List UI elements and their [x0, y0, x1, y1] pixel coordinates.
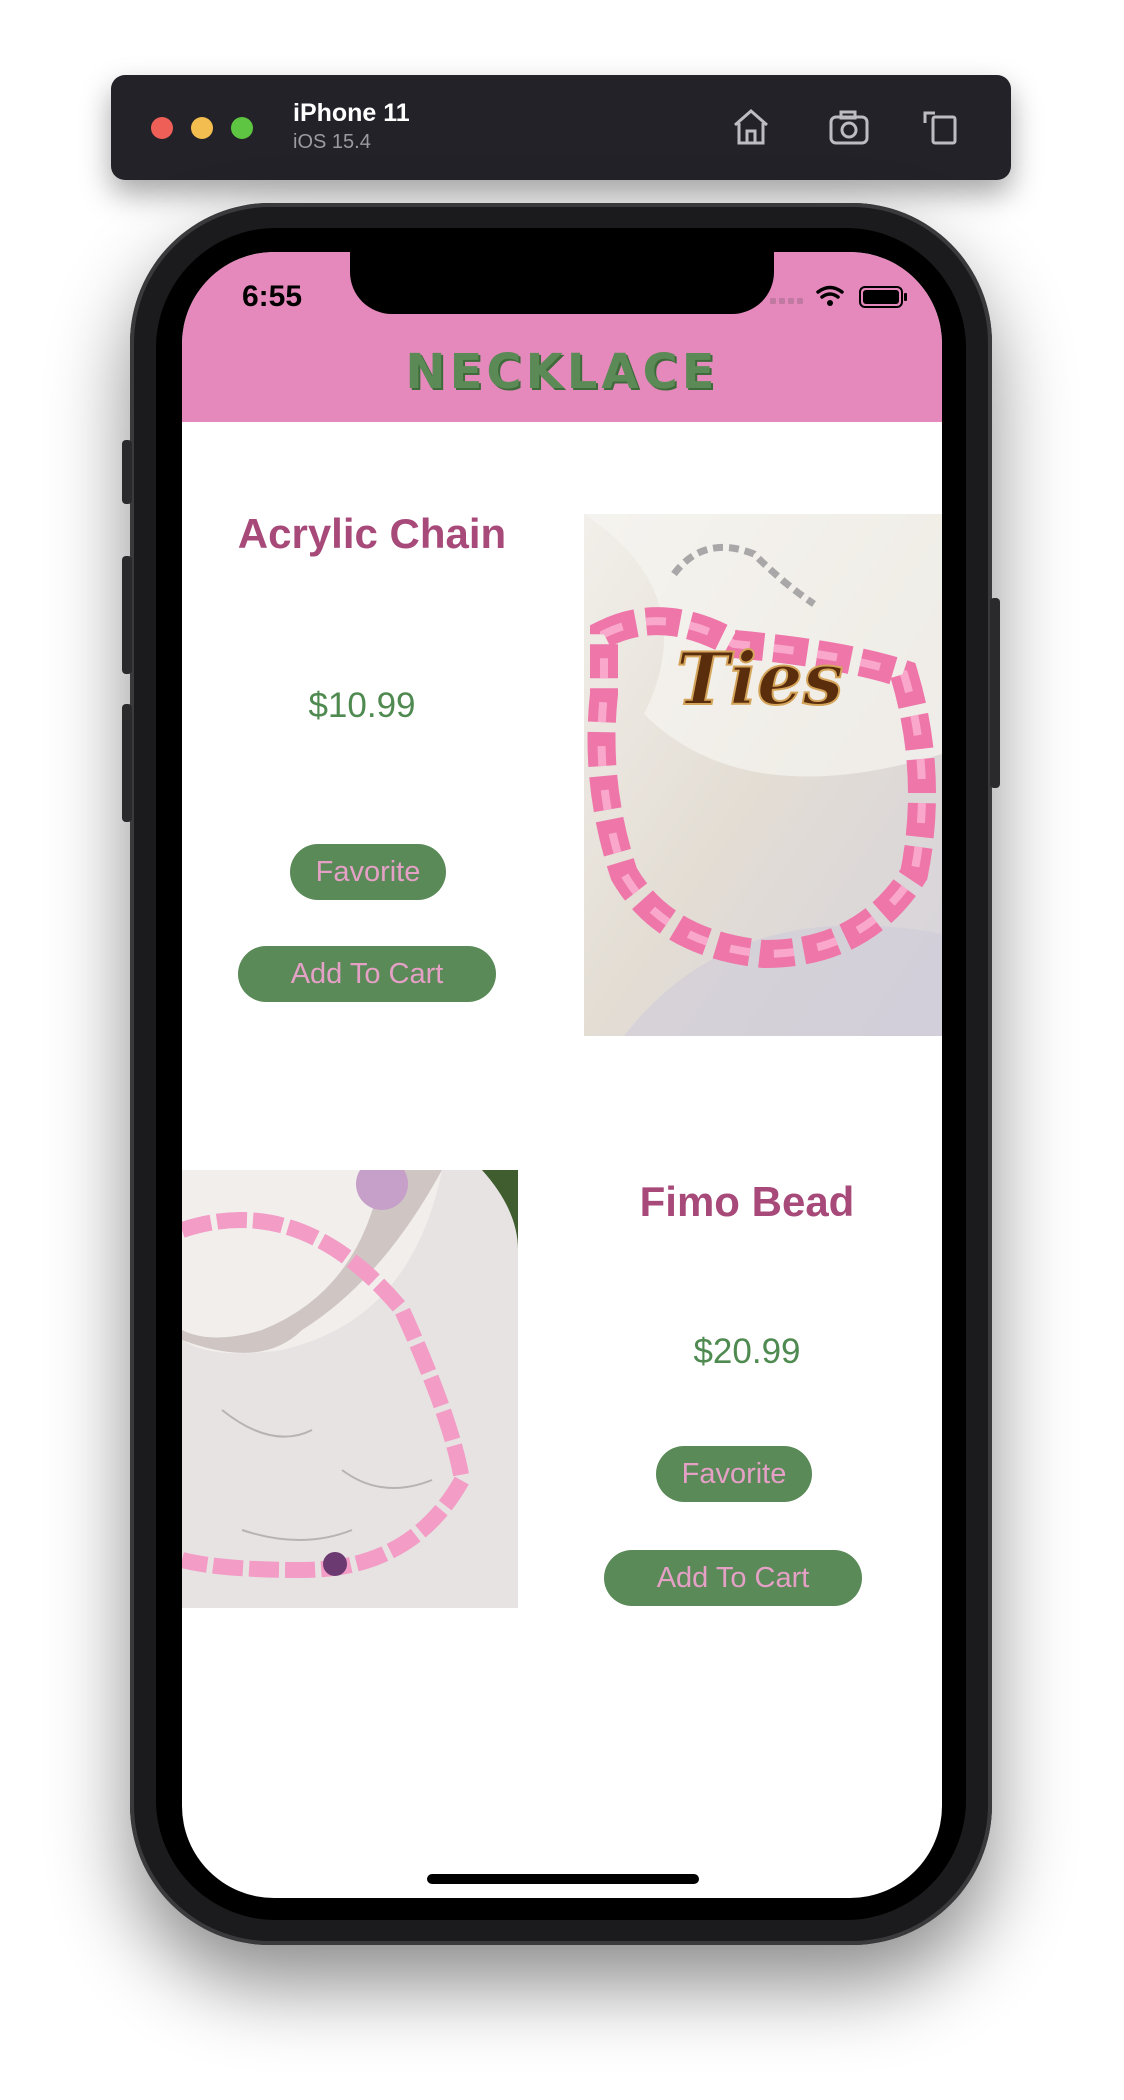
minimize-window-button[interactable]: [191, 117, 213, 139]
favorite-button-fimo-bead[interactable]: Favorite: [656, 1446, 812, 1502]
device-os-version: iOS 15.4: [293, 131, 371, 153]
close-window-button[interactable]: [151, 117, 173, 139]
status-time: 6:55: [242, 280, 303, 313]
product-price-acrylic-chain: $10.99: [308, 686, 416, 725]
home-indicator[interactable]: [427, 1874, 699, 1884]
side-button: [990, 598, 1000, 788]
product-title-acrylic-chain: Acrylic Chain: [237, 510, 507, 557]
rotate-icon[interactable]: [917, 103, 965, 151]
status-icons: [770, 285, 907, 308]
product-title-fimo-bead: Fimo Bead: [639, 1178, 855, 1225]
product-price-fimo-bead: $20.99: [693, 1332, 801, 1371]
app-screen: 6:55 NECKLACE Acrylic Chain $10.99 Favor…: [182, 252, 942, 1898]
notch: [350, 252, 774, 314]
cellular-signal-icon: [770, 298, 803, 304]
volume-down-button: [122, 704, 132, 822]
volume-up-button: [122, 556, 132, 674]
product-image-fimo-bead: [182, 1170, 518, 1608]
battery-icon: [859, 286, 907, 308]
product-image-acrylic-chain: Ties: [584, 514, 942, 1036]
pendant-lettering: Ties: [676, 636, 843, 721]
wifi-icon: [816, 285, 844, 299]
zoom-window-button[interactable]: [231, 117, 253, 139]
simulator-toolbar: iPhone 11 iOS 15.4: [111, 75, 1011, 180]
home-icon[interactable]: [727, 103, 775, 151]
silent-switch: [122, 440, 132, 504]
screenshot-camera-icon[interactable]: [825, 103, 873, 151]
device-name: iPhone 11: [293, 99, 410, 127]
favorite-button-acrylic-chain[interactable]: Favorite: [290, 844, 446, 900]
page-title: NECKLACE: [405, 344, 719, 400]
add-to-cart-button-acrylic-chain[interactable]: Add To Cart: [238, 946, 496, 1002]
add-to-cart-button-fimo-bead[interactable]: Add To Cart: [604, 1550, 862, 1606]
